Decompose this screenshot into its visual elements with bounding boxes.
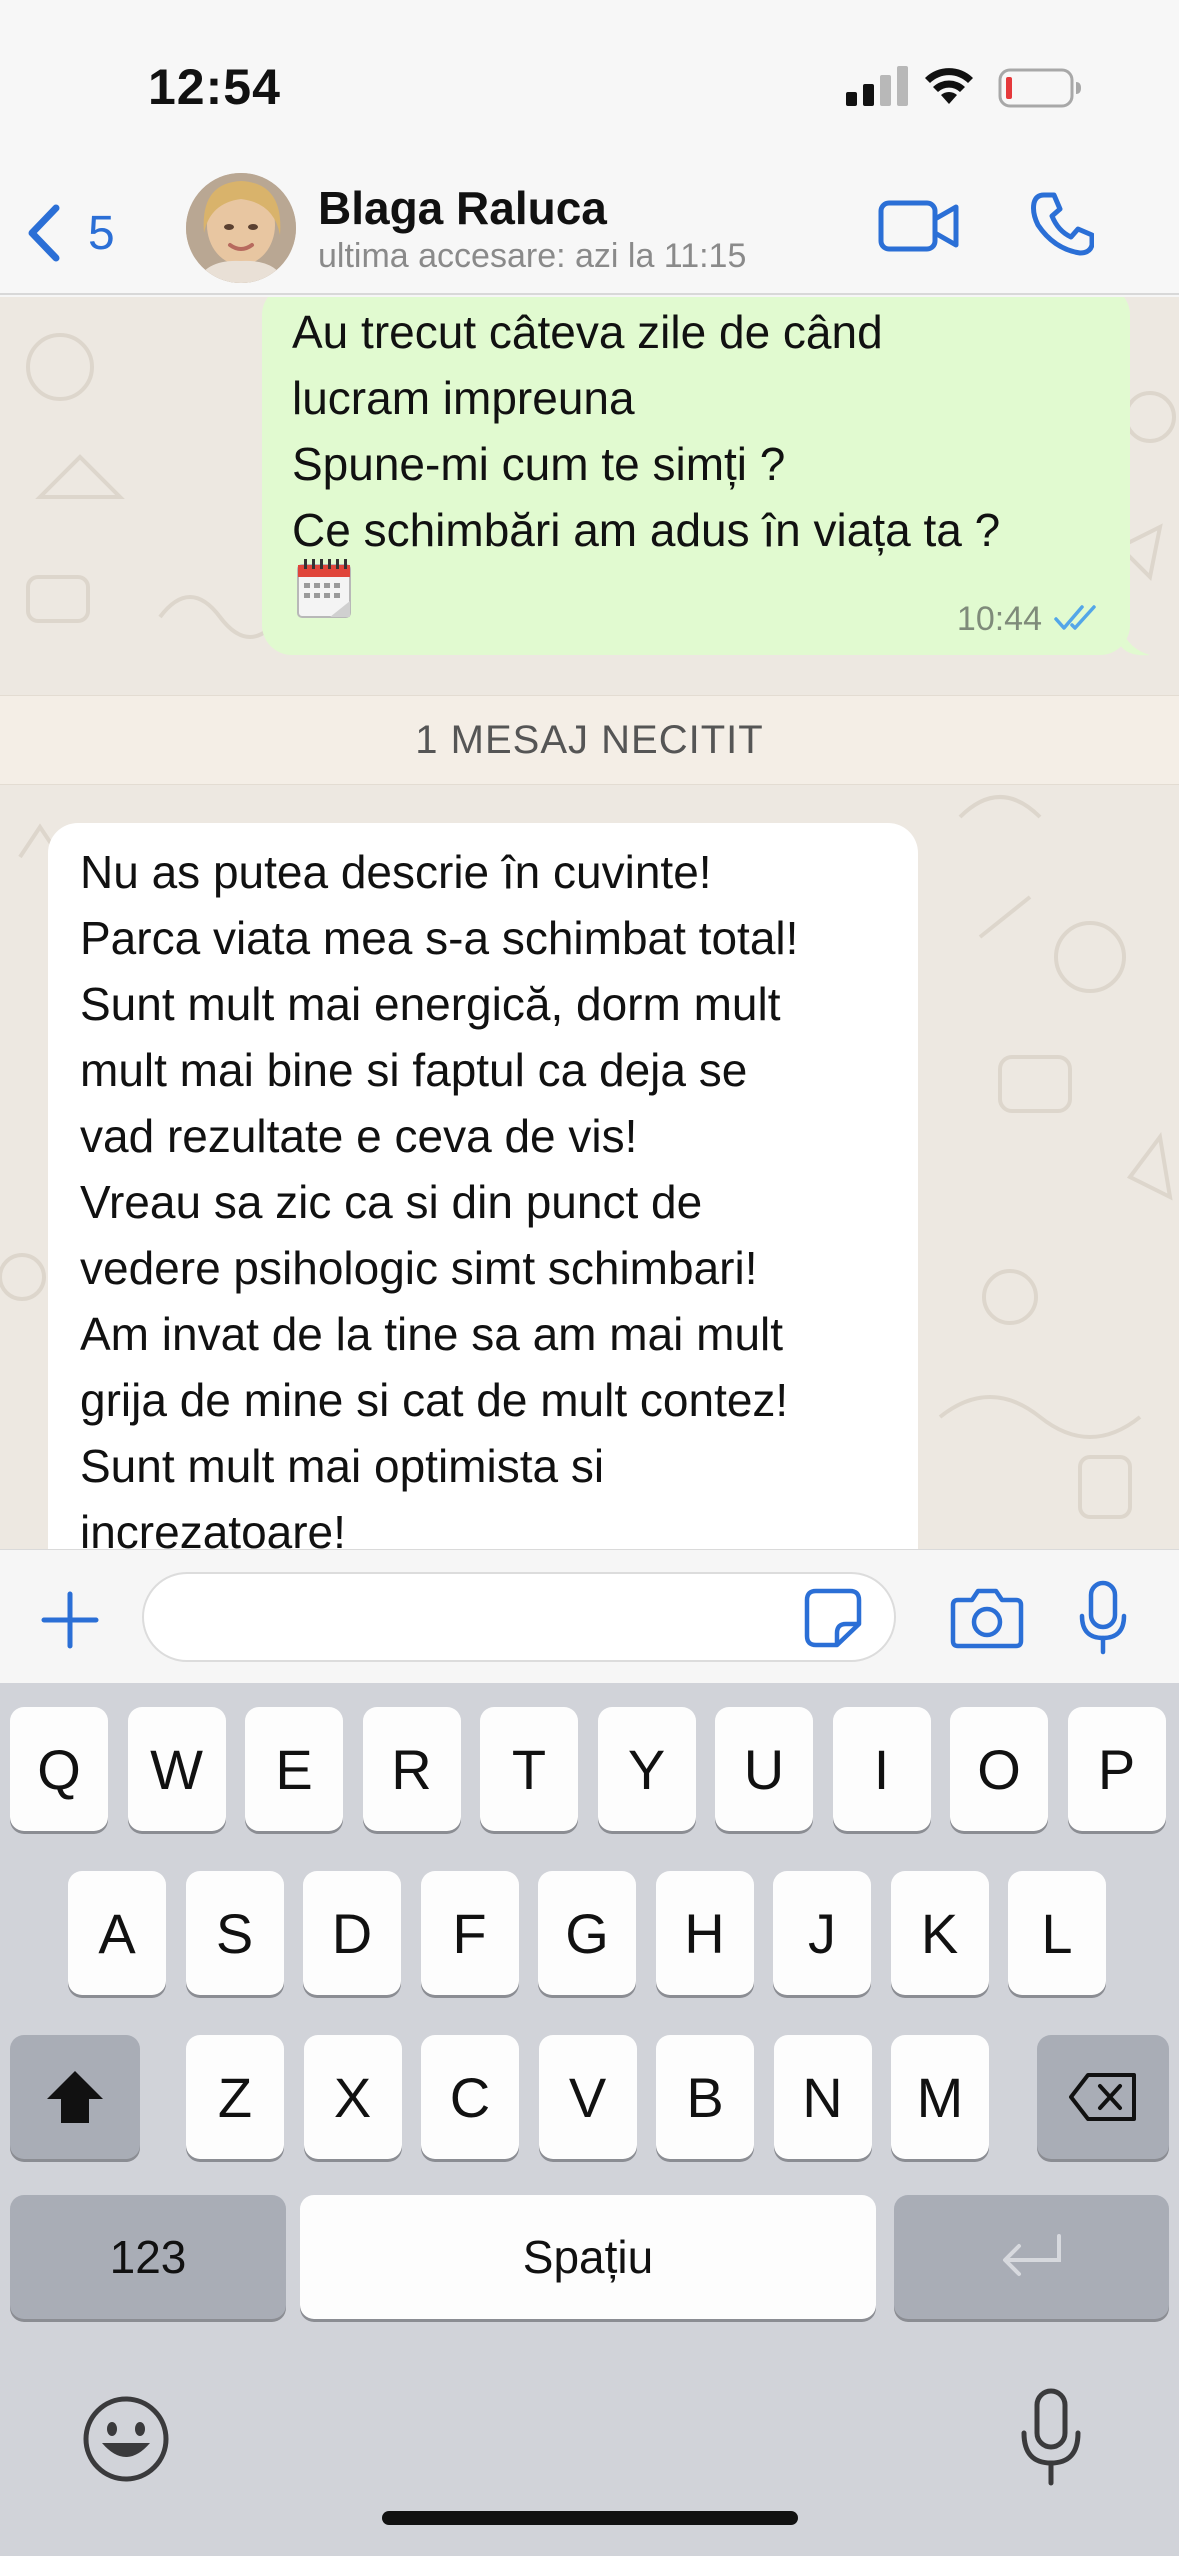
shift-key[interactable] bbox=[10, 2035, 140, 2159]
backspace-icon bbox=[1069, 2073, 1136, 2121]
avatar-photo bbox=[186, 173, 296, 283]
chat-header: 5 Blaga Raluca ultima accesare: azi la 1… bbox=[0, 165, 1179, 295]
microphone-icon[interactable] bbox=[1078, 1580, 1128, 1656]
key-b[interactable]: B bbox=[656, 2035, 754, 2159]
key-q[interactable]: Q bbox=[10, 1707, 108, 1831]
sticker-icon[interactable] bbox=[804, 1588, 862, 1648]
key-n[interactable]: N bbox=[773, 2035, 872, 2159]
double-check-icon bbox=[1054, 605, 1096, 630]
chevron-left-icon bbox=[28, 204, 60, 262]
unread-messages-banner: 1 MESAJ NECITIT bbox=[0, 695, 1179, 785]
key-h[interactable]: H bbox=[655, 1871, 754, 1995]
cellular-signal-icon bbox=[846, 66, 908, 106]
key-m[interactable]: M bbox=[891, 2035, 989, 2159]
calendar-icon bbox=[297, 559, 351, 618]
key-w[interactable]: W bbox=[127, 1707, 226, 1831]
return-key[interactable] bbox=[894, 2195, 1169, 2319]
key-j[interactable]: J bbox=[773, 1871, 871, 1995]
key-v[interactable]: V bbox=[538, 2035, 637, 2159]
message-time: 10:44 bbox=[956, 600, 1042, 638]
return-icon bbox=[1002, 2234, 1061, 2276]
key-y[interactable]: Y bbox=[597, 1707, 696, 1831]
chat-area[interactable]: Au trecut câteva zile de când lucram imp… bbox=[0, 297, 1179, 1549]
contact-name[interactable]: Blaga Raluca bbox=[318, 181, 607, 235]
key-u[interactable]: U bbox=[715, 1707, 813, 1831]
backspace-key[interactable] bbox=[1037, 2035, 1169, 2159]
incoming-message-text: Nu as putea descrie în cuvinte! Parca vi… bbox=[80, 846, 799, 1549]
outgoing-message-text: Au trecut câteva zile de când lucram imp… bbox=[292, 306, 1001, 556]
plus-icon[interactable] bbox=[38, 1588, 102, 1652]
key-e[interactable]: E bbox=[245, 1707, 343, 1831]
key-s[interactable]: S bbox=[185, 1871, 284, 1995]
key-o[interactable]: O bbox=[950, 1707, 1048, 1831]
on-screen-keyboard: QWERTYUIOP ASDFGHJKL ZXCVBNM 123 Spațiu bbox=[0, 1683, 1179, 2556]
key-p[interactable]: P bbox=[1067, 1707, 1166, 1831]
bubble-tail bbox=[1120, 617, 1150, 656]
key-d[interactable]: D bbox=[303, 1871, 401, 1995]
key-r[interactable]: R bbox=[362, 1707, 461, 1831]
key-c[interactable]: C bbox=[421, 2035, 519, 2159]
key-z[interactable]: Z bbox=[186, 2035, 284, 2159]
key-i[interactable]: I bbox=[832, 1707, 931, 1831]
key-f[interactable]: F bbox=[420, 1871, 519, 1995]
emoji-icon[interactable] bbox=[82, 2395, 170, 2483]
key-k[interactable]: K bbox=[890, 1871, 989, 1995]
phone-icon[interactable] bbox=[1030, 191, 1094, 257]
incoming-message-bubble[interactable]: Nu as putea descrie în cuvinte! Parca vi… bbox=[48, 823, 918, 1549]
outgoing-message-bubble[interactable]: Au trecut câteva zile de când lucram imp… bbox=[262, 297, 1130, 655]
key-l[interactable]: L bbox=[1008, 1871, 1106, 1995]
key-x[interactable]: X bbox=[303, 2035, 402, 2159]
key-t[interactable]: T bbox=[480, 1707, 578, 1831]
last-seen-status: ultima accesare: azi la 11:15 bbox=[318, 237, 747, 275]
message-input-bar bbox=[0, 1549, 1179, 1683]
back-button[interactable]: 5 bbox=[22, 193, 132, 273]
avatar[interactable] bbox=[186, 173, 296, 283]
space-key[interactable]: Spațiu bbox=[300, 2195, 876, 2319]
key-a[interactable]: A bbox=[68, 1871, 166, 1995]
key-g[interactable]: G bbox=[538, 1871, 636, 1995]
numbers-key[interactable]: 123 bbox=[10, 2195, 286, 2319]
unread-chats-count: 5 bbox=[88, 206, 115, 260]
video-call-icon[interactable] bbox=[878, 195, 960, 257]
dictation-mic-icon[interactable] bbox=[1016, 2387, 1086, 2487]
wifi-icon bbox=[925, 68, 973, 104]
status-bar: 12:54 bbox=[0, 0, 1179, 165]
home-indicator[interactable] bbox=[382, 2511, 798, 2525]
battery-low-icon bbox=[998, 68, 1081, 108]
status-time: 12:54 bbox=[148, 59, 281, 115]
unread-banner-label: 1 MESAJ NECITIT bbox=[415, 717, 764, 762]
camera-icon[interactable] bbox=[950, 1586, 1024, 1650]
shift-icon bbox=[47, 2071, 103, 2123]
message-text-field[interactable] bbox=[142, 1572, 896, 1662]
